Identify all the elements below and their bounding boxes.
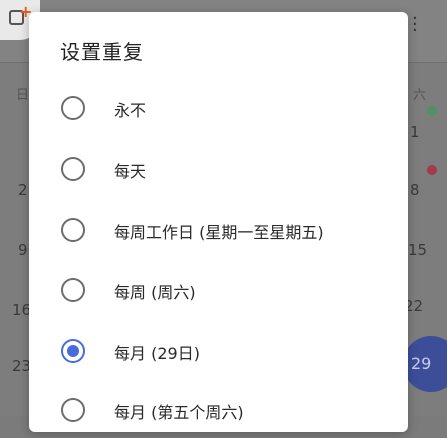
date-cell[interactable]: 2: [18, 181, 28, 199]
repeat-dialog: 设置重复 永不 每天 每周工作日 (星期一至星期五) 每周 (周六) 每月 (2…: [29, 12, 408, 432]
radio-button-checked[interactable]: [61, 339, 85, 363]
radio-button[interactable]: [61, 218, 85, 242]
repeat-option-weekdays[interactable]: 每周工作日 (星期一至星期五): [29, 202, 408, 258]
weekday-sat: 六: [413, 88, 427, 103]
option-label: 每天: [114, 162, 147, 181]
date-cell[interactable]: 1: [410, 123, 420, 141]
radio-button[interactable]: [61, 96, 85, 120]
option-label: 永不: [114, 101, 147, 120]
repeat-option-daily[interactable]: 每天: [29, 141, 408, 197]
radio-button[interactable]: [61, 398, 85, 422]
weekday-sun: 日: [16, 88, 30, 103]
radio-button[interactable]: [61, 278, 85, 302]
date-cell[interactable]: 8: [410, 181, 420, 199]
selected-date-label: 29: [411, 354, 432, 373]
option-label: 每月 (29日): [114, 344, 200, 363]
repeat-option-weekly[interactable]: 每周 (周六): [29, 262, 408, 318]
repeat-option-never[interactable]: 永不: [29, 80, 408, 136]
dialog-title: 设置重复: [60, 40, 144, 64]
date-cell[interactable]: 15: [408, 241, 427, 259]
more-options-icon[interactable]: · · ·: [412, 10, 418, 40]
radio-button[interactable]: [61, 157, 85, 181]
option-label: 每周工作日 (星期一至星期五): [114, 223, 324, 242]
date-cell[interactable]: 9: [18, 241, 28, 259]
option-label: 每周 (周六): [114, 283, 196, 302]
selected-date-circle[interactable]: 29: [403, 336, 447, 392]
event-dot-green: [427, 106, 437, 116]
repeat-option-monthly-date[interactable]: 每月 (29日): [29, 323, 408, 379]
event-dot-red: [427, 165, 437, 175]
repeat-option-monthly-weekday[interactable]: 每月 (第五个周六): [29, 382, 408, 438]
option-label: 每月 (第五个周六): [114, 403, 244, 422]
